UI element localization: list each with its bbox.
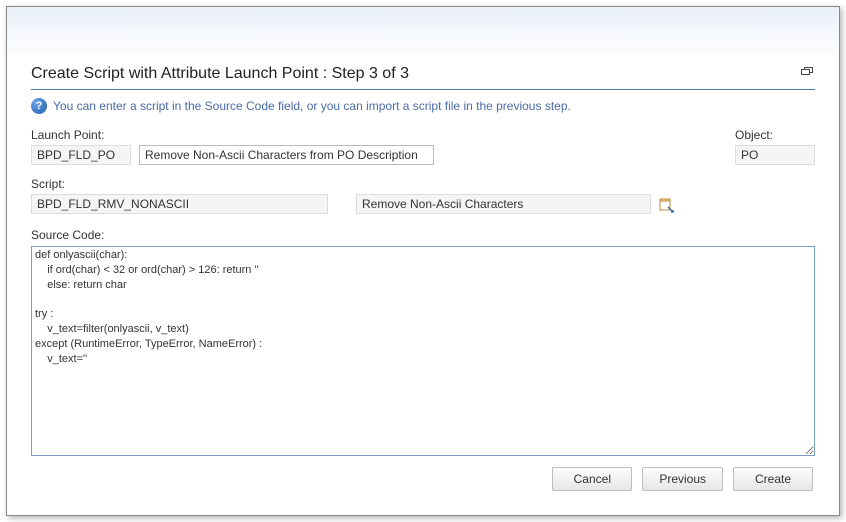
title-divider (31, 89, 815, 90)
help-icon[interactable]: ? (31, 98, 47, 114)
button-row: Cancel Previous Create (552, 467, 813, 491)
dialog-title: Create Script with Attribute Launch Poin… (31, 65, 815, 83)
object-group: Object: PO (735, 128, 815, 165)
source-code-group: Source Code: (31, 228, 815, 456)
script-description: Remove Non-Ascii Characters (356, 194, 651, 214)
launch-point-name-group: Launch Point: BPD_FLD_PO (31, 128, 131, 165)
cancel-button[interactable]: Cancel (552, 467, 632, 491)
info-message: ? You can enter a script in the Source C… (31, 98, 815, 114)
script-name: BPD_FLD_RMV_NONASCII (31, 194, 328, 214)
source-code-textarea[interactable] (31, 246, 815, 456)
object-value: PO (735, 145, 815, 165)
launch-point-desc-group: Remove Non-Ascii Characters from PO Desc… (139, 128, 434, 165)
launch-point-value: BPD_FLD_PO (31, 145, 131, 165)
dialog-content: Create Script with Attribute Launch Poin… (7, 55, 839, 456)
previous-button[interactable]: Previous (642, 467, 723, 491)
script-name-group: Script: BPD_FLD_RMV_NONASCII (31, 177, 328, 214)
object-label: Object: (735, 128, 815, 142)
create-button[interactable]: Create (733, 467, 813, 491)
launch-point-description: Remove Non-Ascii Characters from PO Desc… (139, 145, 434, 165)
wizard-dialog: Create Script with Attribute Launch Poin… (6, 6, 840, 516)
script-label: Script: (31, 177, 328, 191)
launch-point-row: Launch Point: BPD_FLD_PO Remove Non-Asci… (31, 128, 815, 165)
dialog-header-gradient (7, 7, 839, 55)
restore-window-icon[interactable] (801, 67, 813, 75)
lookup-icon[interactable] (659, 198, 675, 214)
script-row: Script: BPD_FLD_RMV_NONASCII Remove Non-… (31, 177, 815, 214)
info-text: You can enter a script in the Source Cod… (53, 99, 571, 113)
source-code-label: Source Code: (31, 228, 815, 242)
launch-point-label: Launch Point: (31, 128, 131, 142)
